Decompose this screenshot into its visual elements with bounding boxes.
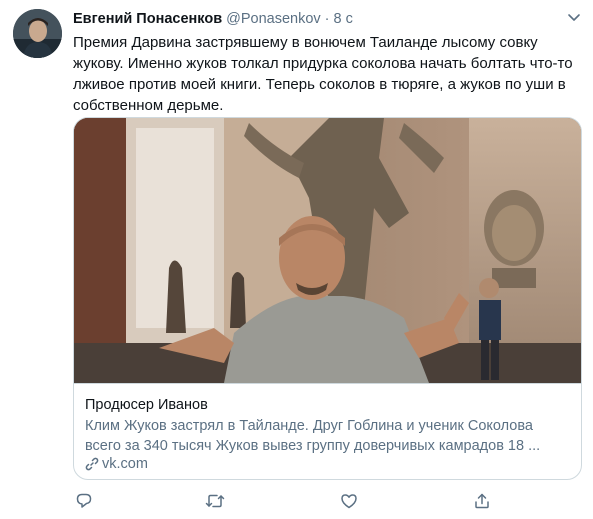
tweet-text: Премия Дарвина застрявшему в вонючем Таи…	[73, 34, 573, 114]
link-card[interactable]: Продюсер Иванов Клим Жуков застрял в Тай…	[73, 117, 582, 480]
tweet-header: Евгений Понасенков @Ponasenkov · 8 с	[73, 9, 353, 29]
tweet-actions	[73, 490, 585, 512]
tweet[interactable]: Евгений Понасенков @Ponasenkov · 8 с Пре…	[0, 0, 593, 519]
user-handle[interactable]: @Ponasenkov	[226, 11, 321, 27]
retweet-icon[interactable]	[204, 490, 226, 512]
display-name[interactable]: Евгений Понасенков	[73, 11, 222, 27]
chevron-down-icon[interactable]	[565, 8, 583, 26]
card-meta[interactable]: Продюсер Иванов Клим Жуков застрял в Тай…	[74, 383, 581, 479]
avatar[interactable]	[13, 9, 62, 58]
link-icon	[85, 457, 99, 471]
share-icon[interactable]	[471, 490, 493, 512]
timestamp[interactable]: 8 с	[334, 11, 353, 27]
card-description: Клим Жуков застрял в Тайланде. Друг Гобл…	[85, 418, 541, 454]
card-domain-text: vk.com	[102, 456, 148, 472]
card-domain: vk.com	[85, 456, 148, 472]
card-image[interactable]	[74, 118, 581, 383]
reply-icon[interactable]	[73, 490, 95, 512]
separator-dot: ·	[324, 11, 330, 27]
heart-icon[interactable]	[338, 490, 360, 512]
card-title: Продюсер Иванов	[85, 397, 208, 413]
